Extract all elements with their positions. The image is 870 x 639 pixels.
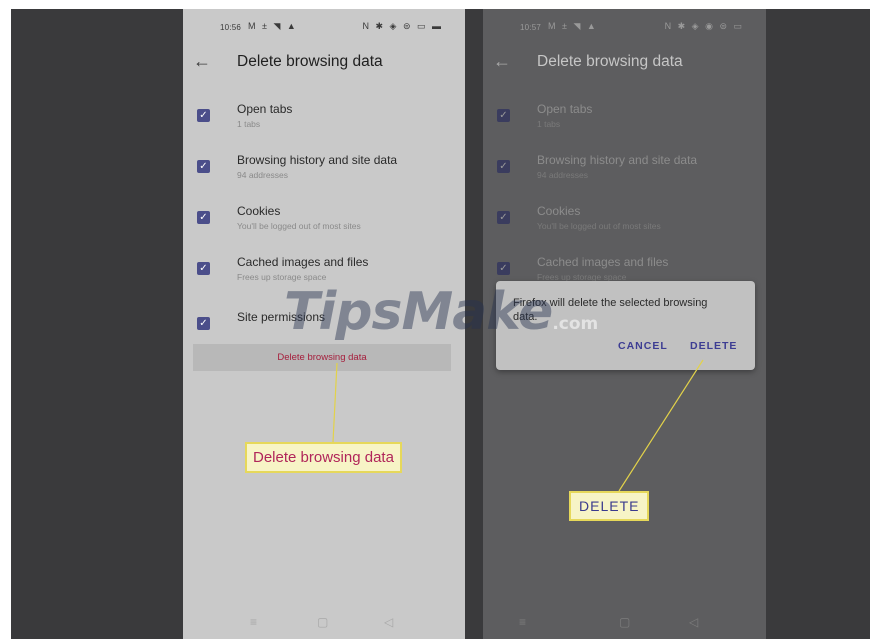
option-cookies[interactable]: ✓ Cookies You'll be logged out of most s… <box>483 204 766 248</box>
option-subtext: 1 tabs <box>537 119 561 129</box>
notification-icons: M ± ◥ ▲ <box>248 21 298 31</box>
recents-icon[interactable]: ≡ <box>250 615 257 629</box>
system-nav-bar: ≡ ▢ ◁ <box>183 609 465 639</box>
option-subtext: Frees up storage space <box>237 272 327 282</box>
checkbox-checked-icon[interactable]: ✓ <box>197 262 210 275</box>
checkbox-checked-icon[interactable]: ✓ <box>197 109 210 122</box>
back-nav-icon[interactable]: ◁ <box>689 615 698 629</box>
watermark-logo: TipsMake.com <box>284 282 598 342</box>
delete-browsing-data-button[interactable]: Delete browsing data <box>193 344 451 371</box>
back-arrow-icon[interactable]: ← <box>193 51 211 72</box>
cancel-button[interactable]: CANCEL <box>618 340 668 352</box>
option-cookies[interactable]: ✓ Cookies You'll be logged out of most s… <box>183 204 465 248</box>
system-status-icons: N ✱ ◈ ⊜ ▭ ▬ <box>362 21 443 31</box>
status-time: 10:56 <box>220 23 242 32</box>
page-title: Delete browsing data <box>537 53 683 70</box>
watermark-suffix: .com <box>552 314 599 334</box>
option-label: Browsing history and site data <box>237 153 398 167</box>
option-subtext: 94 addresses <box>537 170 589 180</box>
option-label: Open tabs <box>237 102 293 116</box>
watermark-brand: TipsMake <box>284 282 553 342</box>
option-open-tabs[interactable]: ✓ Open tabs 1 tabs <box>183 102 465 146</box>
option-label: Browsing history and site data <box>537 153 698 167</box>
callout-delete: DELETE <box>569 491 650 521</box>
status-time: 10:57 <box>520 23 542 32</box>
option-label: Cookies <box>537 204 581 218</box>
option-label: Open tabs <box>537 102 593 116</box>
notification-icons: M ± ◥ ▲ <box>548 21 598 31</box>
checkbox-checked-icon[interactable]: ✓ <box>497 262 510 275</box>
back-arrow-icon[interactable]: ← <box>493 51 511 72</box>
page-title: Delete browsing data <box>237 53 383 70</box>
checkbox-checked-icon[interactable]: ✓ <box>197 160 210 173</box>
checkbox-checked-icon[interactable]: ✓ <box>497 211 510 224</box>
system-nav-bar: ≡ ▢ ◁ <box>483 609 766 639</box>
option-label: Cached images and files <box>237 255 369 269</box>
option-browsing-history[interactable]: ✓ Browsing history and site data 94 addr… <box>483 153 766 197</box>
option-subtext: You'll be logged out of most sites <box>237 221 361 231</box>
system-status-icons: N ✱ ◈ ◉ ⊜ ▭ <box>664 21 744 31</box>
recents-icon[interactable]: ≡ <box>519 615 526 629</box>
checkbox-checked-icon[interactable]: ✓ <box>197 317 210 330</box>
checkbox-checked-icon[interactable]: ✓ <box>497 109 510 122</box>
app-bar: ← Delete browsing data <box>183 47 465 83</box>
home-icon[interactable]: ▢ <box>317 615 328 629</box>
option-subtext: You'll be logged out of most sites <box>537 221 661 231</box>
checkbox-checked-icon[interactable]: ✓ <box>497 160 510 173</box>
option-subtext: 94 addresses <box>237 170 289 180</box>
option-open-tabs[interactable]: ✓ Open tabs 1 tabs <box>483 102 766 146</box>
app-bar: ← Delete browsing data <box>483 47 766 83</box>
checkbox-checked-icon[interactable]: ✓ <box>197 211 210 224</box>
option-browsing-history[interactable]: ✓ Browsing history and site data 94 addr… <box>183 153 465 197</box>
status-bar: 10:56 M ± ◥ ▲ N ✱ ◈ ⊜ ▭ ▬ <box>183 9 465 39</box>
option-label: Cookies <box>237 204 281 218</box>
callout-delete-browsing-data: Delete browsing data <box>245 442 402 473</box>
back-nav-icon[interactable]: ◁ <box>384 615 393 629</box>
status-bar: 10:57 M ± ◥ ▲ N ✱ ◈ ◉ ⊜ ▭ <box>483 9 766 39</box>
delete-button[interactable]: DELETE <box>690 340 737 352</box>
home-icon[interactable]: ▢ <box>619 615 630 629</box>
option-subtext: 1 tabs <box>237 119 261 129</box>
option-label: Cached images and files <box>537 255 669 269</box>
